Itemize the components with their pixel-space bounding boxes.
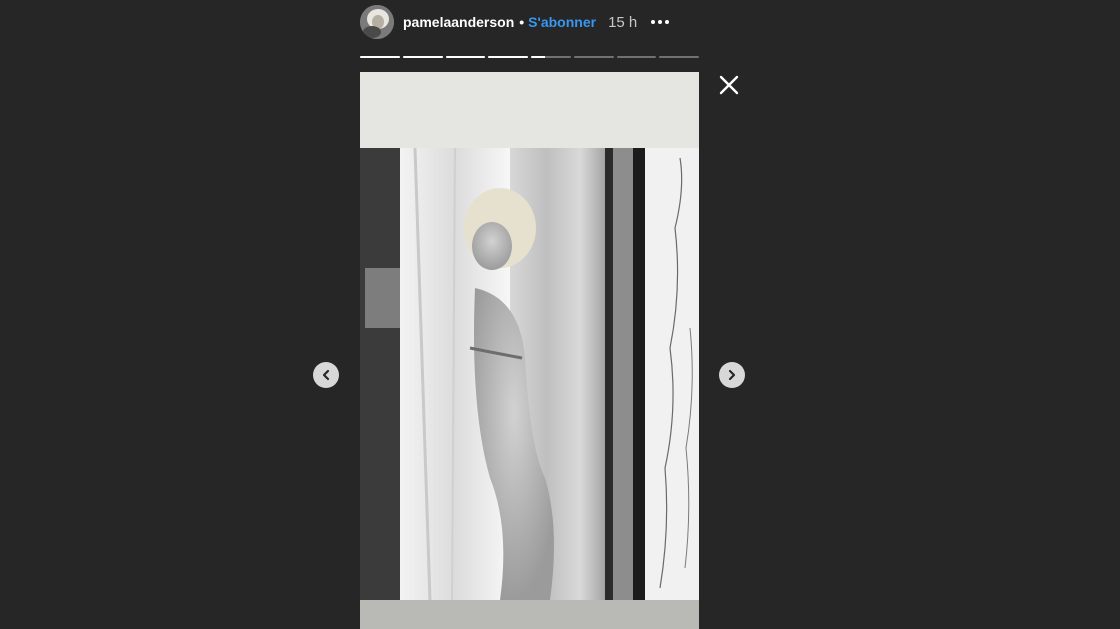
story-media[interactable] <box>360 72 699 629</box>
photo-illustration <box>360 147 699 601</box>
progress-segment-fill <box>445 56 486 58</box>
separator-dot: • <box>519 14 525 30</box>
progress-segment <box>659 56 699 58</box>
progress-segment <box>488 56 528 58</box>
progress-segment-fill <box>360 56 400 58</box>
progress-segment-fill <box>531 56 545 58</box>
story-timestamp: 15 h <box>608 13 638 31</box>
progress-segment <box>402 56 443 58</box>
story-progress-bar <box>360 56 699 58</box>
more-dot <box>665 20 670 24</box>
chevron-left-icon[interactable] <box>313 362 339 388</box>
story-viewer: pamelaanderson • S'abonner 15 h <box>0 0 1120 629</box>
profile-avatar[interactable] <box>360 5 394 39</box>
progress-segment <box>616 56 657 58</box>
chevron-right-icon[interactable] <box>719 362 745 388</box>
progress-segment-fill <box>402 56 443 58</box>
story-photo <box>360 147 699 601</box>
close-icon[interactable] <box>717 73 741 97</box>
progress-segment-fill <box>488 56 528 58</box>
progress-segment <box>531 56 571 58</box>
avatar-image <box>360 5 394 39</box>
more-dot <box>658 20 663 24</box>
follow-button[interactable]: S'abonner <box>528 14 596 30</box>
more-options-icon[interactable] <box>649 16 671 28</box>
photo-bottom-strip <box>360 600 699 629</box>
progress-segment <box>573 56 614 58</box>
progress-segment <box>360 56 400 58</box>
story-header: pamelaanderson • S'abonner 15 h <box>360 4 700 40</box>
more-dot <box>651 20 656 24</box>
username-link[interactable]: pamelaanderson <box>403 14 514 30</box>
progress-segment <box>445 56 486 58</box>
